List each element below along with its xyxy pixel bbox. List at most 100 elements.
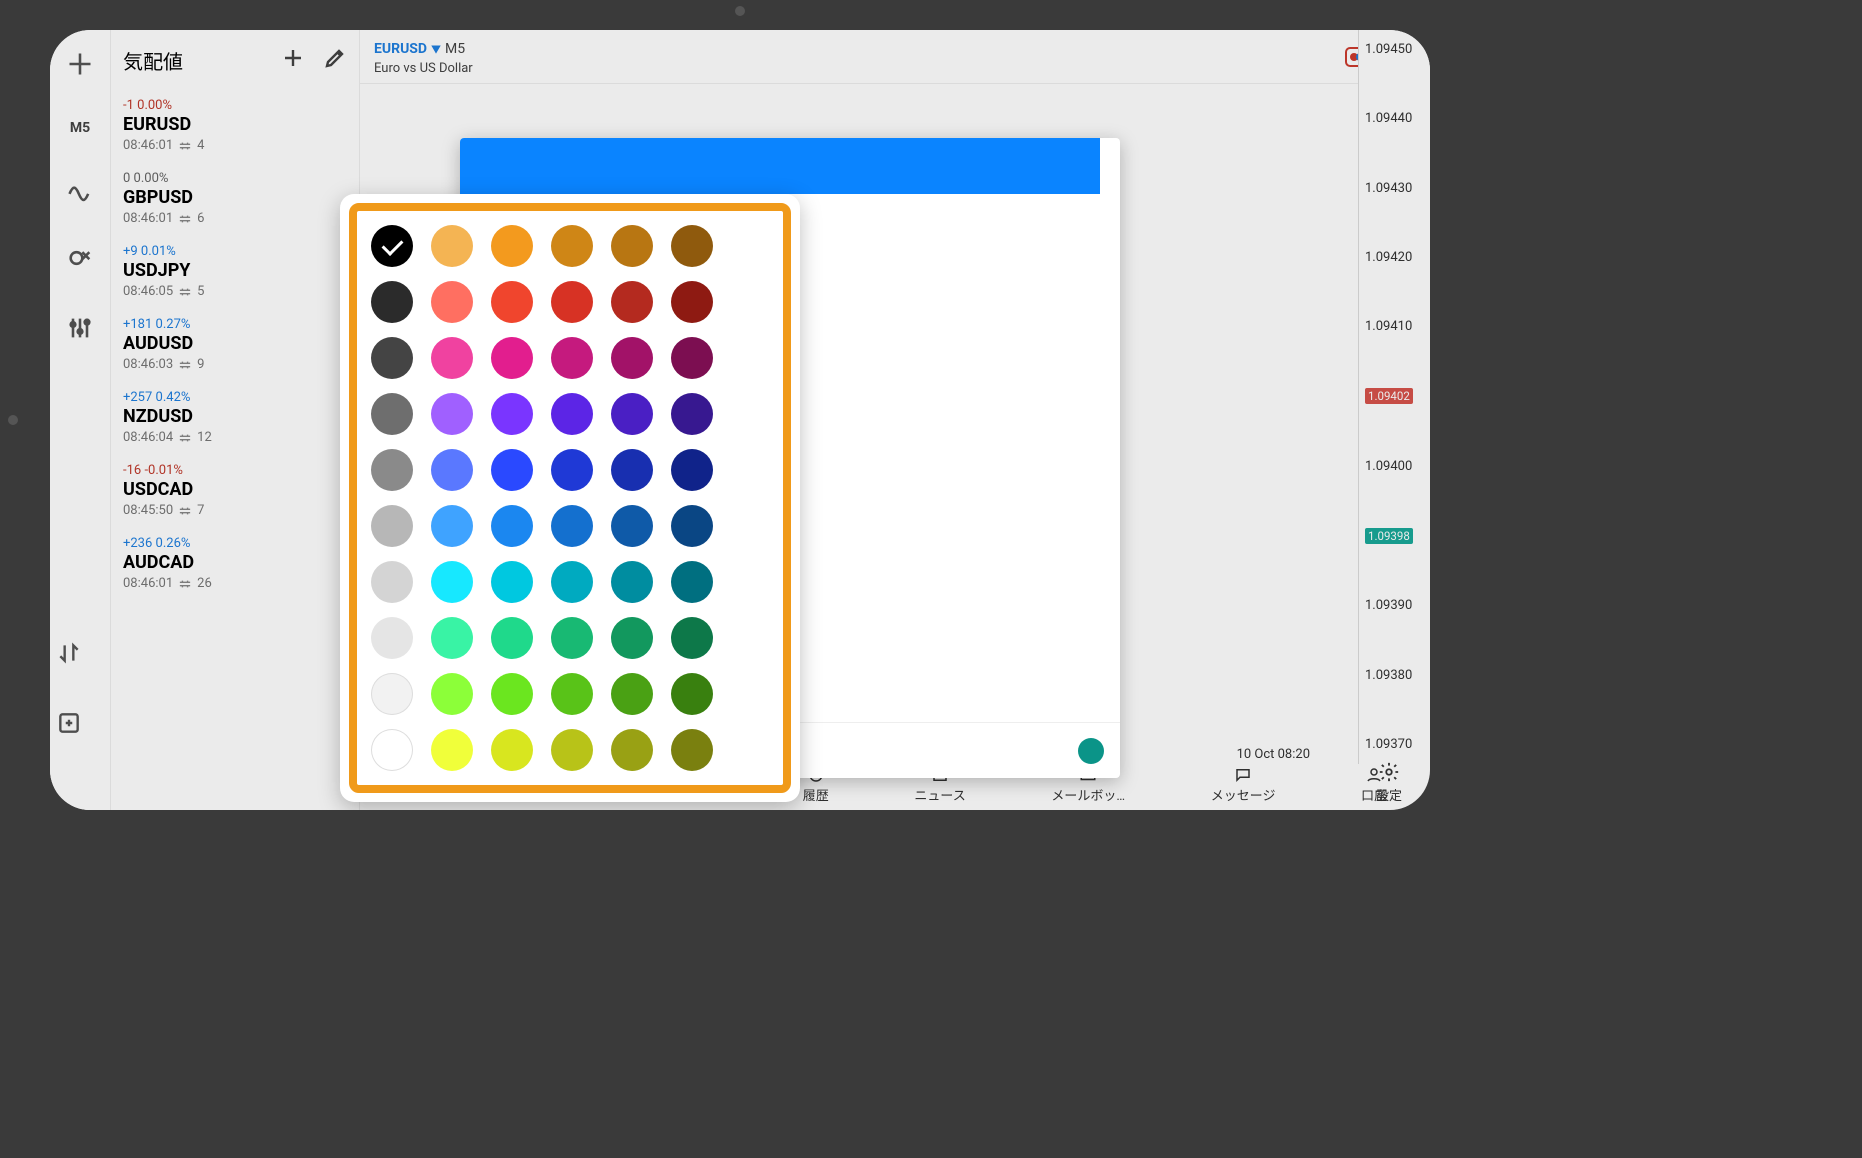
y-axis-label: 1.09450 xyxy=(1365,42,1426,57)
color-swatch[interactable] xyxy=(491,337,533,379)
quote-item[interactable]: +9 0.01%USDJPY08:46:05 5 xyxy=(111,236,359,309)
quotes-title: 気配値 xyxy=(123,46,183,75)
timeframe-label[interactable]: M5 xyxy=(70,120,90,136)
chart-header: EURUSD ▼ M5 Euro vs US Dollar xyxy=(360,30,1430,84)
color-swatch[interactable] xyxy=(431,617,473,659)
object-icon[interactable] xyxy=(66,244,94,276)
color-swatch[interactable] xyxy=(611,225,653,267)
quotes-panel: 気配値 -1 0.00%EURUSD08:46:01 40 0.00%GBPUS… xyxy=(110,30,360,810)
crosshair-icon[interactable] xyxy=(66,50,94,82)
color-swatch[interactable] xyxy=(491,729,533,771)
color-swatch[interactable] xyxy=(431,449,473,491)
color-swatch[interactable] xyxy=(371,505,413,547)
color-swatch[interactable] xyxy=(551,225,593,267)
color-swatch[interactable] xyxy=(431,281,473,323)
color-swatch[interactable] xyxy=(371,449,413,491)
color-swatch[interactable] xyxy=(671,505,713,547)
color-swatch[interactable] xyxy=(551,505,593,547)
color-swatch[interactable] xyxy=(491,449,533,491)
color-swatch[interactable] xyxy=(551,281,593,323)
sliders-icon[interactable] xyxy=(66,314,94,346)
color-swatch[interactable] xyxy=(671,337,713,379)
color-swatch[interactable] xyxy=(371,337,413,379)
add-panel-icon[interactable] xyxy=(56,710,82,740)
color-swatch[interactable] xyxy=(551,337,593,379)
color-swatch[interactable] xyxy=(611,561,653,603)
tablet-camera-dot xyxy=(735,6,745,16)
color-swatch[interactable] xyxy=(671,225,713,267)
color-swatch[interactable] xyxy=(551,729,593,771)
color-swatch[interactable] xyxy=(611,729,653,771)
color-swatch[interactable] xyxy=(491,225,533,267)
y-axis-label: 1.09430 xyxy=(1365,181,1426,196)
indicator-icon[interactable] xyxy=(66,174,94,206)
y-axis-label: 1.09440 xyxy=(1365,111,1426,126)
quote-item[interactable]: -16 -0.01%USDCAD08:45:50 7 xyxy=(111,455,359,528)
color-swatch[interactable] xyxy=(371,561,413,603)
ask-price-tag: 1.09402 xyxy=(1365,388,1413,404)
color-swatch[interactable] xyxy=(551,449,593,491)
color-swatch[interactable] xyxy=(371,393,413,435)
color-swatch[interactable] xyxy=(431,505,473,547)
quote-item[interactable]: 0 0.00%GBPUSD08:46:01 6 xyxy=(111,163,359,236)
color-swatch[interactable] xyxy=(611,281,653,323)
y-axis-label: 1.09410 xyxy=(1365,319,1426,334)
color-swatch[interactable] xyxy=(491,673,533,715)
color-swatch[interactable] xyxy=(611,393,653,435)
y-axis-label: 1.09390 xyxy=(1365,598,1426,613)
color-swatch[interactable] xyxy=(611,449,653,491)
color-swatch[interactable] xyxy=(551,617,593,659)
sort-icon[interactable] xyxy=(56,640,82,670)
edit-icon[interactable] xyxy=(323,46,347,74)
quote-item[interactable]: +257 0.42%NZDUSD08:46:04 12 xyxy=(111,382,359,455)
color-swatch[interactable] xyxy=(371,729,413,771)
settings-label: 設定 xyxy=(1376,789,1402,804)
color-swatch[interactable] xyxy=(671,561,713,603)
color-swatch[interactable] xyxy=(671,449,713,491)
tab-6[interactable]: メッセージ xyxy=(1211,766,1276,804)
add-symbol-icon[interactable] xyxy=(281,46,305,74)
color-swatch[interactable] xyxy=(551,393,593,435)
color-swatch[interactable] xyxy=(431,729,473,771)
color-picker-popover xyxy=(340,194,800,802)
color-swatch[interactable] xyxy=(371,617,413,659)
color-swatch[interactable] xyxy=(671,393,713,435)
color-swatch[interactable] xyxy=(611,617,653,659)
color-swatch[interactable] xyxy=(491,561,533,603)
tablet-side-dot xyxy=(8,415,18,425)
color-swatch[interactable] xyxy=(671,281,713,323)
color-swatch[interactable] xyxy=(491,505,533,547)
color-swatch[interactable] xyxy=(431,561,473,603)
color-swatch[interactable] xyxy=(491,617,533,659)
color-swatch[interactable] xyxy=(551,561,593,603)
quote-item[interactable]: +236 0.26%AUDCAD08:46:01 26 xyxy=(111,528,359,601)
y-axis-label: 1.09420 xyxy=(1365,250,1426,265)
color-swatch[interactable] xyxy=(491,281,533,323)
color-swatch[interactable] xyxy=(671,673,713,715)
color-swatch[interactable] xyxy=(431,393,473,435)
color-swatch[interactable] xyxy=(611,505,653,547)
settings-button[interactable]: 設定 xyxy=(1376,761,1402,804)
color-swatch[interactable] xyxy=(371,281,413,323)
color-swatch[interactable] xyxy=(431,225,473,267)
chart-desc: Euro vs US Dollar xyxy=(374,61,473,76)
quote-item[interactable]: +181 0.27%AUDUSD08:46:03 9 xyxy=(111,309,359,382)
y-axis-label: 1.09400 xyxy=(1365,459,1426,474)
color-swatch[interactable] xyxy=(671,617,713,659)
color-swatch[interactable] xyxy=(431,673,473,715)
price-axis: 1.09450 1.09440 1.09430 1.09420 1.09410 1.094… xyxy=(1358,30,1430,764)
quote-item[interactable]: -1 0.00%EURUSD08:46:01 4 xyxy=(111,90,359,163)
color-swatch[interactable] xyxy=(671,729,713,771)
color-swatch[interactable] xyxy=(551,673,593,715)
y-axis-label: 1.09370 xyxy=(1365,737,1426,752)
quotes-header: 気配値 xyxy=(111,30,359,90)
quotes-list[interactable]: -1 0.00%EURUSD08:46:01 40 0.00%GBPUSD08:… xyxy=(111,90,359,810)
chart-timeframe: M5 xyxy=(445,41,465,57)
color-swatch[interactable] xyxy=(371,673,413,715)
color-swatch[interactable] xyxy=(611,673,653,715)
color-swatch[interactable] xyxy=(491,393,533,435)
color-swatch[interactable] xyxy=(611,337,653,379)
color-swatch[interactable] xyxy=(371,225,413,267)
color-swatch[interactable] xyxy=(431,337,473,379)
dropdown-icon[interactable]: ▼ xyxy=(431,45,441,56)
